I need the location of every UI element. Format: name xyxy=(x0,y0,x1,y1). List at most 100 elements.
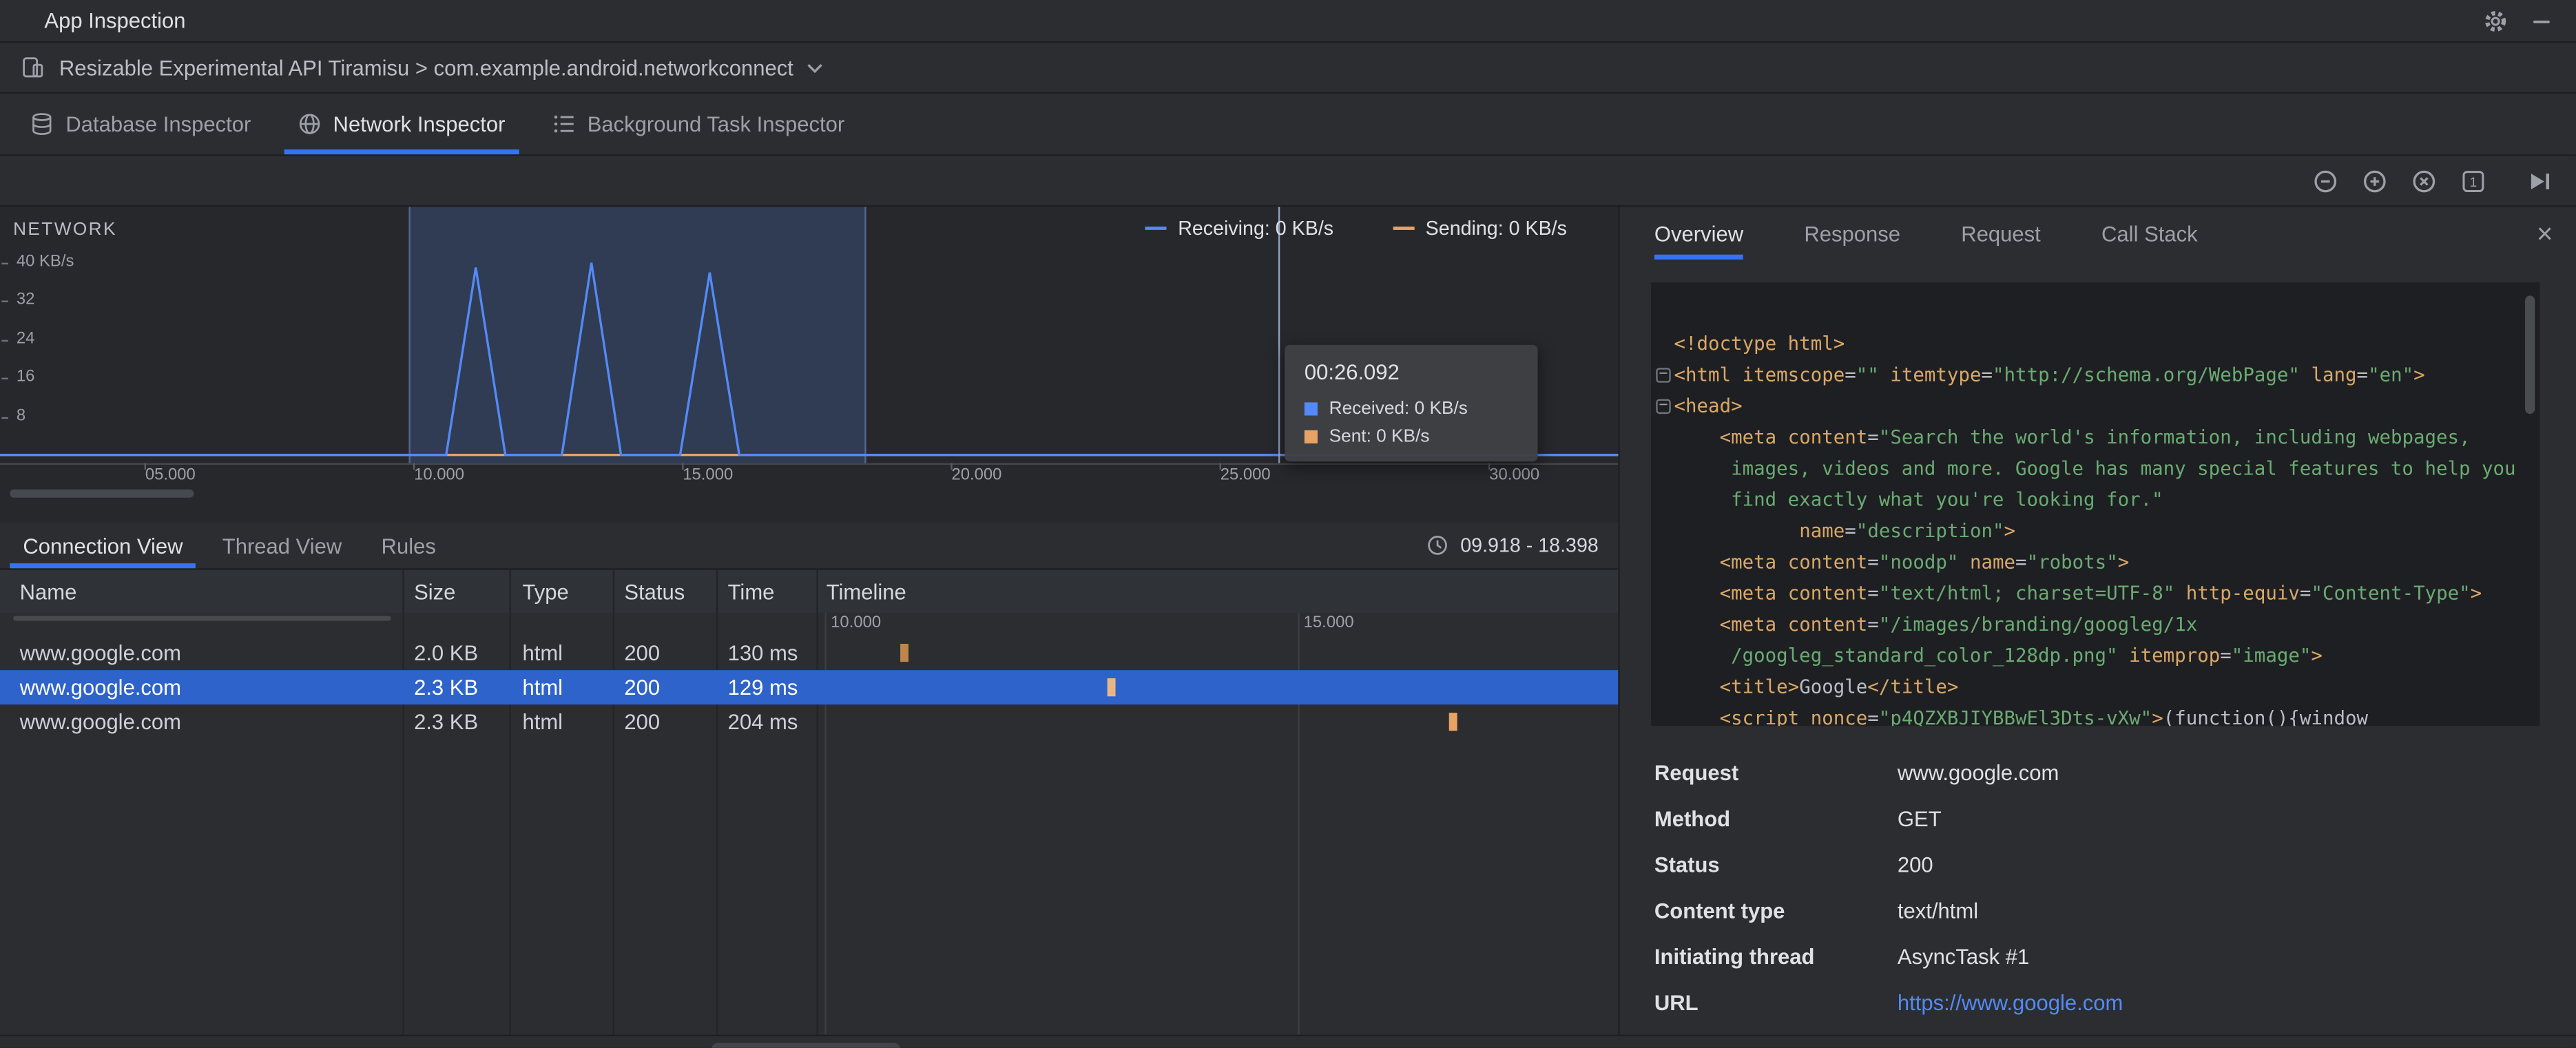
y-axis-label: 8 xyxy=(16,406,26,425)
field-label: URL xyxy=(1654,990,1699,1016)
code-line: find exactly what you're looking for." xyxy=(1674,488,2163,511)
network-usage-chart[interactable]: NETWORK Receiving: 0 KB/s Sending: 0 KB/s… xyxy=(0,207,1619,523)
go-live-icon xyxy=(2524,167,2553,195)
name-column-scrollbar[interactable] xyxy=(13,616,391,621)
tab-connection-view[interactable]: Connection View xyxy=(3,522,202,569)
tab-background-task-inspector[interactable]: Background Task Inspector xyxy=(528,94,868,154)
column-header-type[interactable]: Type xyxy=(522,570,568,613)
cell-name: www.google.com xyxy=(19,640,182,666)
timeline-tick-label: 10.000 xyxy=(831,614,882,633)
tab-database-inspector[interactable]: Database Inspector xyxy=(7,94,274,154)
go-live-button[interactable] xyxy=(2520,163,2556,198)
timeline-bar xyxy=(1448,713,1457,731)
tool-window-build[interactable]: Build xyxy=(1401,1042,1504,1048)
code-line: <script nonce="p4QZXBJIYBBwEl3Dts-vXw">(… xyxy=(1719,706,2369,726)
column-header-status[interactable]: Status xyxy=(624,570,685,613)
tool-window-app-quality-insights[interactable]: App Quality Insights xyxy=(1025,1042,1259,1048)
zoom-toolbar: 1 xyxy=(0,156,2576,207)
response-payload-preview[interactable]: <!doctype html> <html itemscope="" itemty… xyxy=(1651,282,2540,726)
tool-window-profiler[interactable]: Profiler xyxy=(1507,1042,1629,1048)
x-axis-label: 20.000 xyxy=(951,466,1002,485)
tab-overview[interactable]: Overview xyxy=(1654,207,1744,260)
network-icon xyxy=(297,112,322,136)
table-row[interactable]: www.google.com 2.3 KB html 200 129 ms xyxy=(0,670,1619,705)
tool-window-problems[interactable]: Problems xyxy=(428,1042,570,1048)
y-axis-label: 40 KB/s xyxy=(16,253,74,271)
settings-button[interactable] xyxy=(2478,3,2513,39)
timeline-bar xyxy=(1108,678,1116,697)
tab-request[interactable]: Request xyxy=(1961,207,2040,260)
code-line: <!doctype html> xyxy=(1674,331,1845,355)
tool-window-todo[interactable]: TODO xyxy=(309,1042,425,1048)
tab-call-stack[interactable]: Call Stack xyxy=(2101,207,2198,260)
table-header: Name Size Type Status Time Timeline xyxy=(0,569,1619,613)
code-line: <meta content="Search the world's inform… xyxy=(1719,425,2471,449)
hide-panel-button[interactable] xyxy=(2524,3,2559,39)
tab-response[interactable]: Response xyxy=(1804,207,1900,260)
zoom-out-icon xyxy=(2311,167,2339,195)
tab-label: Background Task Inspector xyxy=(587,112,845,136)
selection-range: 09.918 - 18.398 xyxy=(1426,534,1618,557)
column-header-timeline[interactable]: Timeline xyxy=(827,570,906,613)
zoom-to-selection-button[interactable]: 1 xyxy=(2454,163,2490,198)
tool-window-run[interactable]: Run xyxy=(210,1042,305,1048)
column-header-size[interactable]: Size xyxy=(414,570,455,613)
minimize-icon xyxy=(2530,9,2553,32)
chart-legend: Receiving: 0 KB/s Sending: 0 KB/s xyxy=(1145,216,1567,240)
tab-rules[interactable]: Rules xyxy=(362,522,456,568)
code-scrollbar[interactable] xyxy=(2525,295,2535,415)
zoom-out-button[interactable] xyxy=(2307,163,2343,198)
y-axis-tick xyxy=(1,339,8,342)
chevron-down-icon[interactable] xyxy=(807,61,823,73)
svg-text:1: 1 xyxy=(2469,175,2476,189)
tool-window-logcat[interactable]: Logcat xyxy=(904,1042,1022,1048)
y-axis-label: 24 xyxy=(16,329,35,348)
field-status: Status 200 xyxy=(1654,852,2550,885)
close-details-icon[interactable]: × xyxy=(2537,219,2553,247)
tooltip-rows: Received: 0 KB/s Sent: 0 KB/s xyxy=(1304,399,1518,447)
tool-window-terminal[interactable]: Terminal xyxy=(574,1042,707,1048)
legend-label: Receiving: 0 KB/s xyxy=(1178,216,1334,240)
screen: App Inspection Resizable Experimental AP… xyxy=(0,0,2576,1048)
field-label: Status xyxy=(1654,852,1720,877)
column-header-time[interactable]: Time xyxy=(728,570,775,613)
zoom-in-button[interactable] xyxy=(2356,163,2391,198)
cell-time: 130 ms xyxy=(727,640,798,666)
tab-thread-view[interactable]: Thread View xyxy=(202,522,362,568)
legend-swatch xyxy=(1145,227,1167,230)
network-inspector-main: NETWORK Receiving: 0 KB/s Sending: 0 KB/s… xyxy=(0,207,1619,1035)
field-value-link[interactable]: https://www.google.com xyxy=(1898,990,2123,1015)
x-axis-label: 15.000 xyxy=(683,466,734,485)
chart-scrollbar[interactable] xyxy=(10,489,194,498)
cell-name: www.google.com xyxy=(19,675,182,700)
code-fold-toggle[interactable]: − xyxy=(1656,398,1671,415)
tooltip-swatch xyxy=(1304,430,1318,444)
tab-network-inspector[interactable]: Network Inspector xyxy=(274,94,528,155)
details-tab-bar: Overview Response Request Call Stack × xyxy=(1620,207,2576,260)
column-header-name[interactable]: Name xyxy=(20,570,77,613)
field-value: GET xyxy=(1897,806,1942,831)
tool-window-services[interactable]: Services xyxy=(1263,1042,1398,1048)
tool-window-app-inspection[interactable]: App Inspection xyxy=(710,1042,900,1048)
cell-status: 200 xyxy=(624,640,661,666)
code-line: images, videos and more. Google has many… xyxy=(1674,457,2516,480)
table-row[interactable]: www.google.com 2.0 KB html 200 130 ms xyxy=(0,636,1618,670)
table-rows: www.google.com 2.0 KB html 200 130 ms www.goo… xyxy=(0,636,1619,1035)
cell-time: 129 ms xyxy=(727,675,798,700)
overview-fields: Request www.google.com Method GET Status 200 C… xyxy=(1654,760,2550,1036)
process-selector-label[interactable]: Resizable Experimental API Tiramisu > co… xyxy=(59,55,793,80)
field-label: Request xyxy=(1654,760,1739,786)
chart-tooltip: 00:26.092 Received: 0 KB/s Sent: 0 KB/s xyxy=(1285,344,1538,462)
table-row[interactable]: www.google.com 2.3 KB html 200 204 ms xyxy=(0,704,1618,739)
y-axis-tick xyxy=(1,262,8,265)
code-fold-toggle[interactable]: − xyxy=(1656,367,1671,383)
tooltip-row: Received: 0 KB/s xyxy=(1304,399,1518,419)
y-axis-label: 16 xyxy=(16,368,35,386)
tooltip-label: Received: 0 KB/s xyxy=(1329,399,1468,419)
x-axis-label: 05.000 xyxy=(145,466,196,485)
reset-zoom-button[interactable] xyxy=(2405,163,2441,198)
field-label: Initiating thread xyxy=(1654,944,1815,970)
cell-status: 200 xyxy=(624,709,661,735)
y-axis-tick xyxy=(1,378,8,380)
tool-window-version-control[interactable]: Version Control xyxy=(13,1042,207,1048)
